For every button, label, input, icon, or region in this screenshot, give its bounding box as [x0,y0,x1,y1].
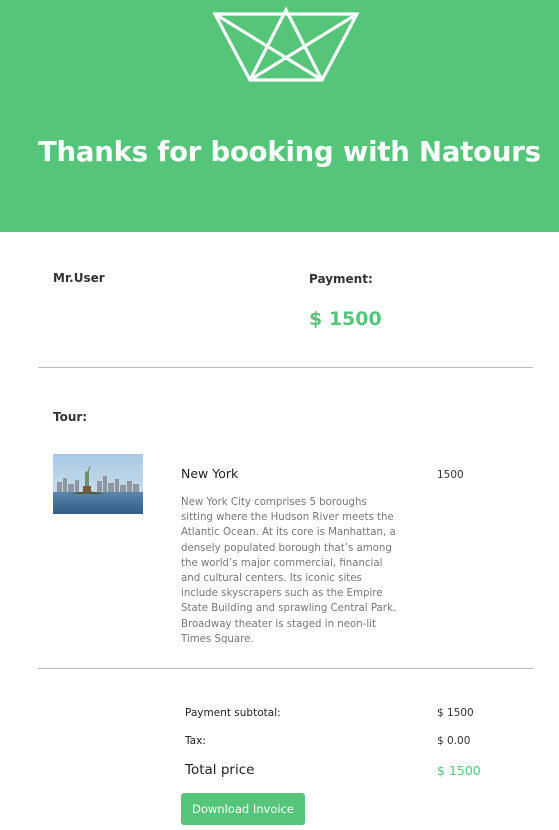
subtotal-label: Payment subtotal: [185,707,281,719]
divider-bottom [38,668,533,669]
tour-description: New York City comprises 5 boroughs sitti… [181,497,397,645]
tour-label: Tour: [53,410,88,424]
subtotal-value: $ 1500 [437,707,474,719]
total-price-value: $ 1500 [437,763,481,778]
tax-label: Tax: [185,735,206,747]
divider-top [38,367,533,368]
header-banner: Thanks for booking with Natours [0,0,559,232]
page-title: Thanks for booking with Natours [38,136,541,168]
download-invoice-button[interactable]: Download Invoice [181,793,305,825]
tax-value: $ 0.00 [437,735,471,747]
payment-amount: $ 1500 [309,308,382,330]
crown-logo-icon [212,6,360,82]
statue-of-liberty-skyline-image [53,454,143,514]
tour-name: New York [181,466,239,481]
customer-name: Mr.User [53,271,105,285]
payment-label: Payment: [309,272,373,286]
tour-image [53,454,143,514]
total-price-label: Total price [185,762,255,778]
tour-price: 1500 [437,469,464,481]
